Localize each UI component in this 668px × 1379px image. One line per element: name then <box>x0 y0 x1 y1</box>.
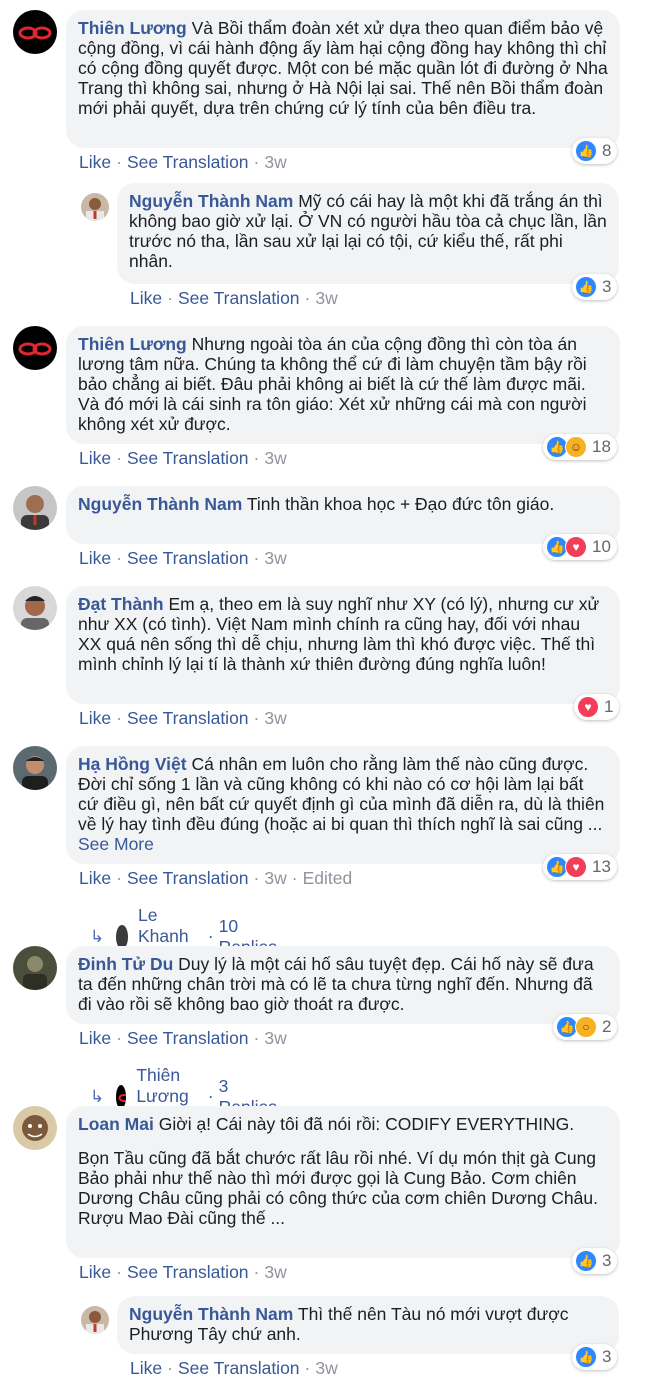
like-icon: 👍 <box>575 276 597 298</box>
like-button[interactable]: Like <box>130 1358 162 1378</box>
avatar[interactable] <box>81 193 109 221</box>
reaction-count: 13 <box>592 857 611 876</box>
commenter-name[interactable]: Đạt Thành <box>78 594 164 614</box>
comment-actions: Like · See Translation · 3w <box>79 152 287 172</box>
avatar[interactable] <box>13 746 57 790</box>
like-button[interactable]: Like <box>79 868 111 888</box>
reaction-summary[interactable]: 👍 8 <box>572 138 618 164</box>
see-translation-button[interactable]: See Translation <box>127 548 249 568</box>
reaction-count: 3 <box>602 1251 612 1270</box>
timestamp[interactable]: 3w <box>264 448 286 468</box>
love-icon: ♥ <box>565 536 587 558</box>
comment-text-paragraph: Bọn Tầu cũng đã bắt chước rất lâu rồi nh… <box>78 1148 603 1228</box>
commenter-name[interactable]: Thiên Lương <box>78 18 187 38</box>
reaction-count: 8 <box>602 141 612 160</box>
see-translation-button[interactable]: See Translation <box>127 868 249 888</box>
avatar[interactable] <box>13 10 57 54</box>
comment-actions: Like · See Translation · 3w <box>79 1262 287 1282</box>
reaction-count: 1 <box>604 697 614 716</box>
commenter-name[interactable]: Loan Mai <box>78 1114 154 1134</box>
reaction-summary[interactable]: 👍 3 <box>572 1344 618 1370</box>
comment-bubble: Thiên Lương Nhưng ngoài tòa án của cộng … <box>66 326 620 444</box>
timestamp[interactable]: 3w <box>315 288 337 308</box>
avatar <box>116 1084 127 1109</box>
comment-text: Tinh thần khoa học + Đạo đức tôn giáo. <box>246 494 555 514</box>
comment-bubble: Nguyễn Thành Nam Mỹ có cái hay là một kh… <box>117 183 619 284</box>
see-translation-button[interactable]: See Translation <box>127 448 249 468</box>
comment-bubble: Nguyễn Thành Nam Thì thế nên Tàu nó mới … <box>117 1296 619 1354</box>
avatar[interactable] <box>13 486 57 530</box>
reaction-summary[interactable]: 👍 ♥ 10 <box>543 534 617 560</box>
timestamp[interactable]: 3w <box>264 548 286 568</box>
reaction-count: 3 <box>602 277 612 296</box>
commenter-name[interactable]: Nguyễn Thành Nam <box>129 1304 293 1324</box>
commenter-name[interactable]: Thiên Lương <box>78 334 187 354</box>
comment-actions: Like · See Translation · 3w <box>79 1028 287 1048</box>
comment-bubble: Thiên Lương Và Bồi thẩm đoàn xét xử dựa … <box>66 10 620 148</box>
avatar[interactable] <box>13 326 57 370</box>
comment-text: Giời ạ! Cái này tôi đã nói rồi: CODIFY E… <box>158 1114 575 1134</box>
timestamp[interactable]: 3w <box>264 868 286 888</box>
reaction-count: 3 <box>602 1347 612 1366</box>
see-translation-button[interactable]: See Translation <box>127 708 249 728</box>
comment-bubble: Đinh Tử Du Duy lý là một cái hố sâu tuyệ… <box>66 946 620 1024</box>
commenter-name[interactable]: Hạ Hồng Việt <box>78 754 187 774</box>
like-button[interactable]: Like <box>79 1262 111 1282</box>
comment-actions: Like · See Translation · 3w <box>79 548 287 568</box>
reply-arrow-icon: ↳ <box>90 926 105 946</box>
timestamp[interactable]: 3w <box>315 1358 337 1378</box>
comment-actions: Like · See Translation · 3w <box>79 708 287 728</box>
like-button[interactable]: Like <box>79 448 111 468</box>
reaction-summary[interactable]: ♥ 1 <box>574 694 620 720</box>
commenter-name[interactable]: Nguyễn Thành Nam <box>78 494 242 514</box>
see-translation-button[interactable]: See Translation <box>127 1262 249 1282</box>
avatar[interactable] <box>13 1106 57 1150</box>
haha-icon: ☺ <box>565 436 587 458</box>
reaction-count: 18 <box>592 437 611 456</box>
avatar[interactable] <box>13 946 57 990</box>
see-translation-button[interactable]: See Translation <box>127 152 249 172</box>
like-button[interactable]: Like <box>79 1028 111 1048</box>
reaction-count: 10 <box>592 537 611 556</box>
wow-icon: ○ <box>575 1016 597 1038</box>
reaction-summary[interactable]: 👍 3 <box>572 274 618 300</box>
comment-bubble: Hạ Hồng Việt Cá nhân em luôn cho rằng là… <box>66 746 620 864</box>
like-button[interactable]: Like <box>79 708 111 728</box>
reaction-count: 2 <box>602 1017 612 1036</box>
reaction-summary[interactable]: 👍 3 <box>572 1248 618 1274</box>
timestamp[interactable]: 3w <box>264 152 286 172</box>
comment-actions: Like · See Translation · 3w · Edited <box>79 868 353 888</box>
comment-actions: Like · See Translation · 3w <box>130 288 338 308</box>
reaction-summary[interactable]: 👍 ♥ 13 <box>543 854 617 880</box>
timestamp[interactable]: 3w <box>264 1028 286 1048</box>
love-icon: ♥ <box>565 856 587 878</box>
comment-actions: Like · See Translation · 3w <box>130 1358 338 1378</box>
commenter-name[interactable]: Nguyễn Thành Nam <box>129 191 293 211</box>
edited-label[interactable]: Edited <box>303 868 353 888</box>
timestamp[interactable]: 3w <box>264 708 286 728</box>
love-icon: ♥ <box>577 696 599 718</box>
comment-bubble: Loan Mai Giời ạ! Cái này tôi đã nói rồi:… <box>66 1106 620 1258</box>
see-more-link[interactable]: See More <box>78 834 154 854</box>
see-translation-button[interactable]: See Translation <box>178 1358 300 1378</box>
reply-arrow-icon: ↳ <box>90 1086 105 1106</box>
see-translation-button[interactable]: See Translation <box>178 288 300 308</box>
reaction-summary[interactable]: 👍 ☺ 18 <box>543 434 617 460</box>
avatar[interactable] <box>13 586 57 630</box>
like-icon: 👍 <box>575 1346 597 1368</box>
reaction-summary[interactable]: 👍 ○ 2 <box>553 1014 618 1040</box>
like-icon: 👍 <box>575 1250 597 1272</box>
comment-actions: Like · See Translation · 3w <box>79 448 287 468</box>
timestamp[interactable]: 3w <box>264 1262 286 1282</box>
see-translation-button[interactable]: See Translation <box>127 1028 249 1048</box>
like-icon: 👍 <box>575 140 597 162</box>
comment-bubble: Nguyễn Thành Nam Tinh thần khoa học + Đạ… <box>66 486 620 544</box>
like-button[interactable]: Like <box>79 152 111 172</box>
commenter-name[interactable]: Đinh Tử Du <box>78 954 173 974</box>
like-button[interactable]: Like <box>79 548 111 568</box>
avatar <box>116 924 128 949</box>
comment-bubble: Đạt Thành Em ạ, theo em là suy nghĩ như … <box>66 586 620 704</box>
like-button[interactable]: Like <box>130 288 162 308</box>
avatar[interactable] <box>81 1306 109 1334</box>
